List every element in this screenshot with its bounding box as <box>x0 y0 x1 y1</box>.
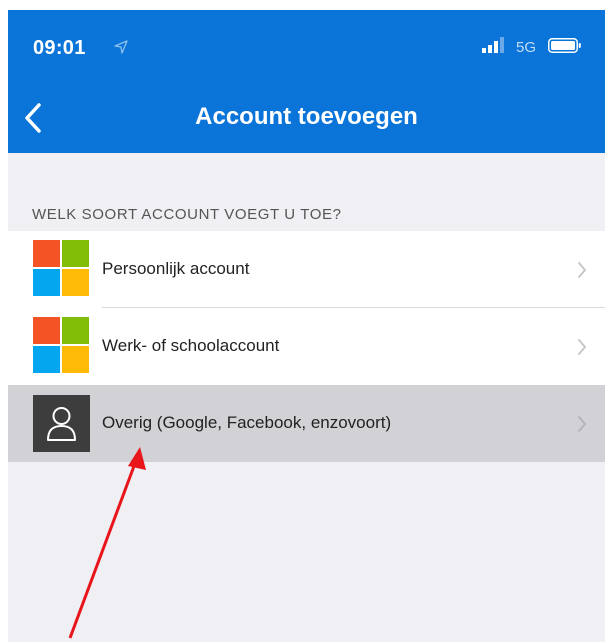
microsoft-logo-icon <box>33 317 89 373</box>
account-option-work-school[interactable]: Werk- of schoolaccount <box>8 308 605 385</box>
account-option-personal[interactable]: Persoonlijk account <box>8 231 605 308</box>
chevron-right-icon <box>578 262 586 278</box>
signal-bars-icon <box>482 37 504 53</box>
account-option-other[interactable]: Overig (Google, Facebook, enzovoort) <box>8 385 605 462</box>
account-option-label: Persoonlijk account <box>102 259 250 278</box>
account-option-label: Overig (Google, Facebook, enzovoort) <box>102 413 392 432</box>
account-type-list: Persoonlijk account Werk- of schoolaccou… <box>8 231 605 462</box>
chevron-right-icon <box>578 339 586 355</box>
app-header: 09:01 5G Account toevoegen <box>8 10 605 153</box>
section-header: WELK SOORT ACCOUNT VOEGT U TOE? <box>32 206 342 223</box>
microsoft-logo-icon <box>33 240 89 296</box>
account-option-label: Werk- of schoolaccount <box>102 336 280 355</box>
battery-icon <box>548 38 581 53</box>
phone-screen: 09:01 5G Account toevoegen WELK SOORT AC… <box>8 10 605 642</box>
location-arrow-icon <box>114 40 128 54</box>
network-type-label: 5G <box>516 39 537 56</box>
status-time: 09:01 <box>33 37 86 59</box>
chevron-right-icon <box>578 416 586 432</box>
page-title: Account toevoegen <box>195 103 418 130</box>
user-icon <box>33 395 90 452</box>
